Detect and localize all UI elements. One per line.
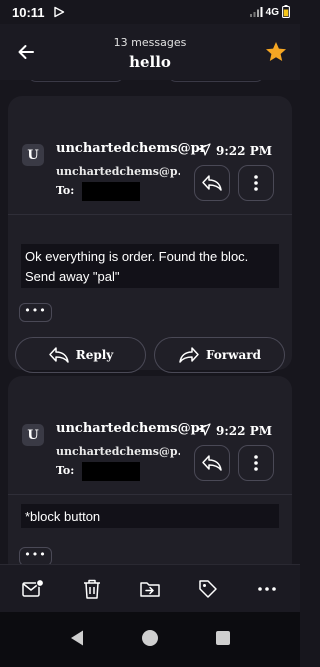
label-icon[interactable] bbox=[193, 574, 223, 604]
message-count: 13 messages bbox=[113, 36, 187, 49]
header-divider bbox=[8, 494, 292, 495]
to-label: To: bbox=[56, 464, 75, 477]
sender-name: unchartedchems@pr... bbox=[56, 421, 206, 436]
mark-unread-icon[interactable] bbox=[18, 574, 48, 604]
message-more-button[interactable] bbox=[238, 165, 274, 201]
status-time: 10:11 bbox=[12, 4, 45, 20]
status-right: 4G bbox=[249, 3, 290, 22]
conversation-header: 13 messages hello bbox=[0, 24, 300, 80]
reply-button[interactable]: Reply bbox=[15, 337, 146, 373]
message-list[interactable]: U unchartedchems@pr... 9:22 PM uncharted… bbox=[0, 80, 300, 564]
status-bar: 10:11 4G bbox=[0, 0, 300, 24]
status-left: 10:11 bbox=[12, 3, 65, 22]
vertical-dots-icon bbox=[254, 455, 258, 471]
sent-icon bbox=[198, 143, 211, 159]
message-card: U unchartedchems@pr... 9:22 PM uncharted… bbox=[8, 376, 292, 564]
sent-icon bbox=[198, 423, 211, 439]
sent-time-label: 9:22 PM bbox=[216, 144, 272, 158]
show-quoted-button[interactable]: ••• bbox=[19, 303, 52, 322]
vertical-dots-icon bbox=[254, 175, 258, 191]
reply-icon-button[interactable] bbox=[194, 445, 230, 481]
more-icon[interactable] bbox=[252, 574, 282, 604]
message-more-button[interactable] bbox=[238, 445, 274, 481]
previous-reply-edge bbox=[28, 80, 124, 82]
battery-icon bbox=[282, 3, 290, 22]
screen: 10:11 4G 13 messages hello U unchartedch… bbox=[0, 0, 300, 667]
sender-avatar: U bbox=[22, 144, 44, 166]
trash-icon[interactable] bbox=[77, 574, 107, 604]
show-quoted-button[interactable]: ••• bbox=[19, 547, 52, 564]
reply-icon bbox=[202, 455, 222, 471]
header-title-block: 13 messages hello bbox=[60, 36, 240, 72]
nav-recents-icon[interactable] bbox=[215, 630, 231, 650]
sender-name: unchartedchems@pr... bbox=[56, 141, 206, 156]
message-body: *block button bbox=[21, 504, 279, 528]
move-icon[interactable] bbox=[135, 574, 165, 604]
sender-address: unchartedchems@p... bbox=[56, 165, 180, 178]
network-type: 4G bbox=[265, 6, 279, 18]
sender-avatar: U bbox=[22, 424, 44, 446]
recipient-redacted bbox=[82, 462, 140, 481]
previous-forward-edge bbox=[168, 80, 264, 82]
message-header[interactable]: U unchartedchems@pr... 9:22 PM uncharted… bbox=[8, 376, 292, 481]
reply-icon bbox=[48, 347, 69, 363]
forward-label: Forward bbox=[205, 348, 261, 362]
message-card: U unchartedchems@pr... 9:22 PM uncharted… bbox=[8, 96, 292, 373]
message-header[interactable]: U unchartedchems@pr... 9:22 PM uncharted… bbox=[8, 96, 292, 201]
reply-icon-button[interactable] bbox=[194, 165, 230, 201]
message-body: Ok everything is order. Found the bloc. … bbox=[21, 244, 279, 288]
sent-time: 9:22 PM bbox=[198, 143, 272, 159]
reply-label: Reply bbox=[75, 348, 114, 362]
forward-button[interactable]: Forward bbox=[154, 337, 285, 373]
sent-time-label: 9:22 PM bbox=[216, 424, 272, 438]
sent-time: 9:22 PM bbox=[198, 423, 272, 439]
system-navigation-bar bbox=[0, 612, 300, 667]
nav-home-icon[interactable] bbox=[141, 629, 159, 651]
to-label: To: bbox=[56, 184, 75, 197]
header-divider bbox=[8, 214, 292, 215]
conversation-toolbar bbox=[0, 564, 300, 612]
conversation-subject: hello bbox=[129, 53, 171, 71]
signal-icon bbox=[249, 3, 263, 22]
reply-icon bbox=[202, 175, 222, 191]
recipient-redacted bbox=[82, 182, 140, 201]
star-icon[interactable] bbox=[264, 40, 288, 64]
sender-address: unchartedchems@p... bbox=[56, 445, 180, 458]
play-notification-icon bbox=[53, 3, 65, 22]
back-arrow-icon[interactable] bbox=[14, 40, 38, 64]
nav-back-icon[interactable] bbox=[69, 629, 85, 651]
previous-message-edge bbox=[8, 80, 292, 84]
forward-icon bbox=[179, 347, 199, 363]
